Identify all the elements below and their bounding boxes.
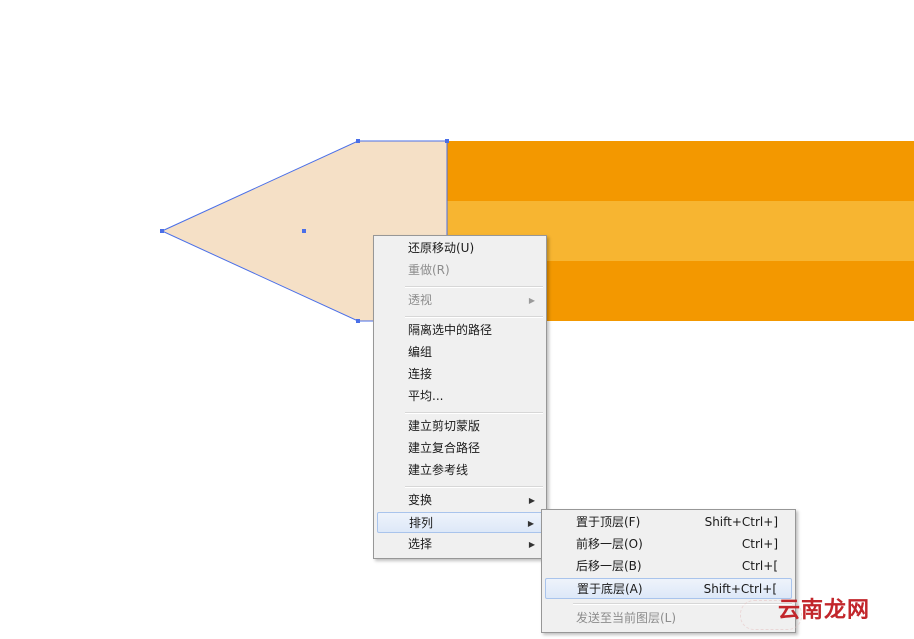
menu-separator	[405, 486, 543, 488]
menu-item-label: 后移一层(B)	[576, 559, 642, 573]
menu-item-join[interactable]: 连接	[377, 364, 543, 385]
submenu-arrow-icon: ▶	[528, 540, 535, 549]
menu-item-label: 发送至当前图层(L)	[576, 611, 677, 625]
menu-item-bring-to-front[interactable]: 置于顶层(F) Shift+Ctrl+]	[545, 512, 792, 533]
submenu-arrow-icon: ▶	[528, 496, 535, 505]
menu-item-label: 置于顶层(F)	[576, 515, 641, 529]
menu-item-redo[interactable]: 重做(R)	[377, 260, 543, 281]
menu-item-label: 建立剪切蒙版	[408, 419, 481, 433]
menu-item-send-to-back[interactable]: 置于底层(A) Shift+Ctrl+[	[545, 578, 792, 599]
menu-item-shortcut: Shift+Ctrl+]	[704, 515, 778, 529]
menu-item-shortcut: Ctrl+]	[741, 537, 778, 551]
menu-item-label: 编组	[408, 345, 433, 359]
menu-item-arrange[interactable]: 排列 ▶	[377, 512, 543, 533]
menu-item-undo-move[interactable]: 还原移动(U)	[377, 238, 543, 259]
menu-item-label: 置于底层(A)	[577, 582, 643, 596]
menu-item-make-clipping-mask[interactable]: 建立剪切蒙版	[377, 416, 543, 437]
menu-item-average[interactable]: 平均...	[377, 386, 543, 407]
menu-item-label: 前移一层(O)	[576, 537, 643, 551]
menu-separator	[405, 412, 543, 414]
menu-item-make-compound-path[interactable]: 建立复合路径	[377, 438, 543, 459]
menu-item-label: 平均...	[408, 389, 444, 403]
menu-item-select[interactable]: 选择 ▶	[377, 534, 543, 555]
menu-item-label: 变换	[408, 493, 433, 507]
menu-item-make-guides[interactable]: 建立参考线	[377, 460, 543, 481]
menu-separator	[405, 316, 543, 318]
menu-item-label: 建立复合路径	[408, 441, 481, 455]
menu-item-label: 排列	[409, 516, 434, 530]
menu-separator	[405, 286, 543, 288]
menu-item-shortcut: Shift+Ctrl+[	[703, 582, 777, 596]
pencil-body-top-stripe[interactable]	[447, 141, 914, 201]
anchor-point[interactable]	[356, 139, 360, 143]
menu-item-isolate-path[interactable]: 隔离选中的路径	[377, 320, 543, 341]
menu-item-label: 重做(R)	[408, 263, 450, 277]
menu-item-shortcut: Ctrl+[	[741, 559, 778, 573]
anchor-point[interactable]	[160, 229, 164, 233]
anchor-point[interactable]	[445, 139, 449, 143]
submenu-arrow-icon: ▶	[527, 519, 534, 528]
anchor-point[interactable]	[356, 319, 360, 323]
submenu-arrow-icon: ▶	[528, 296, 535, 305]
menu-item-label: 隔离选中的路径	[408, 323, 493, 337]
menu-item-bring-forward[interactable]: 前移一层(O) Ctrl+]	[545, 534, 792, 555]
center-point[interactable]	[302, 229, 306, 233]
menu-item-perspective[interactable]: 透视 ▶	[377, 290, 543, 311]
watermark-logo: 云南龙网	[778, 598, 871, 623]
menu-item-label: 连接	[408, 367, 433, 381]
menu-item-group[interactable]: 编组	[377, 342, 543, 363]
menu-item-label: 建立参考线	[408, 463, 469, 477]
menu-item-label: 选择	[408, 537, 433, 551]
menu-item-transform[interactable]: 变换 ▶	[377, 490, 543, 511]
menu-item-send-backward[interactable]: 后移一层(B) Ctrl+[	[545, 556, 792, 577]
menu-item-label: 还原移动(U)	[408, 241, 475, 255]
menu-item-label: 透视	[408, 293, 433, 307]
context-menu: 还原移动(U) 重做(R) 透视 ▶ 隔离选中的路径 编组 连接 平均... 建…	[373, 235, 547, 559]
